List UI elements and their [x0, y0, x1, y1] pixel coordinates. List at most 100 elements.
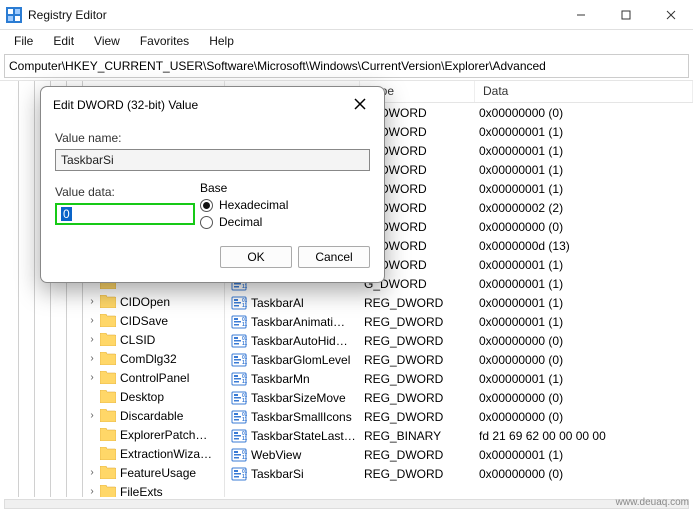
cell-type: REG_DWORD [364, 353, 479, 367]
svg-text:110: 110 [242, 436, 247, 442]
cell-data: 0x00000001 (1) [479, 277, 693, 291]
cell-data: 0x00000000 (0) [479, 410, 693, 424]
base-hex-label: Hexadecimal [219, 198, 288, 212]
tree-item[interactable]: ExplorerPatch… [6, 425, 224, 444]
tree-item[interactable]: ›Discardable [6, 406, 224, 425]
tree-item-label: CLSID [120, 333, 155, 347]
tree-item[interactable]: › CLSID [6, 330, 224, 349]
cell-data: 0x00000000 (0) [479, 106, 693, 120]
list-row[interactable]: 011110 TaskbarStateLast…REG_BINARYfd 21 6… [225, 426, 693, 445]
base-hex-radio[interactable]: Hexadecimal [200, 198, 370, 212]
col-data[interactable]: Data [475, 81, 693, 102]
cell-data: 0x00000000 (0) [479, 467, 693, 481]
list-row[interactable]: 011110WebViewREG_DWORD0x00000001 (1) [225, 445, 693, 464]
tree-item-label: ComDlg32 [120, 352, 177, 366]
tree-twisty-icon[interactable]: › [86, 467, 98, 478]
tree-item-label: ExplorerPatch… [120, 428, 207, 442]
tree-twisty-icon[interactable]: › [86, 296, 98, 307]
cell-name: TaskbarStateLast… [251, 429, 364, 443]
svg-text:110: 110 [242, 417, 247, 423]
value-data-label: Value data: [55, 185, 200, 199]
tree-twisty-icon[interactable]: › [86, 486, 98, 497]
cell-data: fd 21 69 62 00 00 00 00 [479, 429, 693, 443]
svg-text:110: 110 [242, 360, 247, 366]
cancel-button[interactable]: Cancel [298, 246, 370, 268]
value-name-label: Value name: [55, 131, 370, 145]
list-row[interactable]: 011110TaskbarGlomLevelREG_DWORD0x0000000… [225, 350, 693, 369]
tree-item[interactable]: Desktop [6, 387, 224, 406]
tree-twisty-icon[interactable]: › [86, 353, 98, 364]
svg-text:110: 110 [242, 284, 247, 290]
cell-name: TaskbarSmallIcons [251, 410, 364, 424]
list-row[interactable]: 011110TaskbarSmallIconsREG_DWORD0x000000… [225, 407, 693, 426]
tree-twisty-icon[interactable]: › [86, 410, 98, 421]
folder-icon [100, 447, 116, 460]
reg-value-icon: 011110 [231, 428, 247, 444]
list-row[interactable]: 011110TaskbarMnREG_DWORD0x00000001 (1) [225, 369, 693, 388]
tree-item[interactable]: › ControlPanel [6, 368, 224, 387]
tree-item[interactable]: ›FileExts [6, 482, 224, 497]
list-row[interactable]: 011110TaskbarSizeMoveREG_DWORD0x00000000… [225, 388, 693, 407]
tree-item[interactable]: ›CIDSave [6, 311, 224, 330]
reg-value-icon: 011110 [231, 295, 247, 311]
address-bar[interactable]: Computer\HKEY_CURRENT_USER\Software\Micr… [4, 54, 689, 78]
ok-button[interactable]: OK [220, 246, 292, 268]
cell-name: TaskbarAutoHid… [251, 334, 364, 348]
menu-help[interactable]: Help [199, 32, 244, 50]
tree-item-label: CIDOpen [120, 295, 170, 309]
menu-favorites[interactable]: Favorites [130, 32, 199, 50]
minimize-button[interactable] [558, 0, 603, 30]
folder-icon [100, 314, 116, 327]
tree-item[interactable]: › ComDlg32 [6, 349, 224, 368]
tree-twisty-icon[interactable]: › [86, 334, 98, 345]
cell-name: TaskbarAnimati… [251, 315, 364, 329]
list-row[interactable]: 011110TaskbarAutoHid…REG_DWORD0x00000000… [225, 331, 693, 350]
tree-item-label: ControlPanel [120, 371, 189, 385]
dialog-close-button[interactable] [348, 95, 372, 115]
svg-text:110: 110 [242, 379, 247, 385]
reg-value-icon: 011110 [231, 352, 247, 368]
tree-item[interactable]: › CIDOpen [6, 292, 224, 311]
cell-type: REG_DWORD [364, 296, 479, 310]
svg-text:110: 110 [242, 341, 247, 347]
value-data-field[interactable]: 0 [55, 203, 195, 225]
cell-type: REG_DWORD [364, 410, 479, 424]
reg-value-icon: 011110 [231, 314, 247, 330]
tree-twisty-icon[interactable]: › [86, 315, 98, 326]
tree-item-label: FeatureUsage [120, 466, 196, 480]
list-row[interactable]: 011110TaskbarSiREG_DWORD0x00000000 (0) [225, 464, 693, 483]
cell-type: REG_BINARY [364, 429, 479, 443]
svg-text:110: 110 [242, 398, 247, 404]
svg-text:110: 110 [242, 474, 247, 480]
folder-icon [100, 428, 116, 441]
menu-edit[interactable]: Edit [43, 32, 84, 50]
tree-item[interactable]: › FeatureUsage [6, 463, 224, 482]
cell-type: REG_DWORD [364, 372, 479, 386]
reg-value-icon: 011110 [231, 371, 247, 387]
menu-view[interactable]: View [84, 32, 130, 50]
cell-type: REG_DWORD [364, 391, 479, 405]
tree-item-label: ExtractionWiza… [120, 447, 212, 461]
cell-data: 0x00000001 (1) [479, 315, 693, 329]
close-button[interactable] [648, 0, 693, 30]
list-row[interactable]: 011110TaskbarAnimati…REG_DWORD0x00000001… [225, 312, 693, 331]
menu-file[interactable]: File [4, 32, 43, 50]
list-row[interactable]: 011110TaskbarAlREG_DWORD0x00000001 (1) [225, 293, 693, 312]
svg-text:110: 110 [242, 303, 247, 309]
reg-value-icon: 011110 [231, 466, 247, 482]
maximize-button[interactable] [603, 0, 648, 30]
reg-value-icon: 011110 [231, 333, 247, 349]
cell-name: TaskbarMn [251, 372, 364, 386]
cell-data: 0x00000000 (0) [479, 353, 693, 367]
cell-data: 0x0000000d (13) [479, 239, 693, 253]
value-name-field: TaskbarSi [55, 149, 370, 171]
titlebar: Registry Editor [0, 0, 693, 30]
base-dec-radio[interactable]: Decimal [200, 215, 370, 229]
tree-item[interactable]: ExtractionWiza… [6, 444, 224, 463]
folder-icon [100, 390, 116, 403]
cell-type: REG_DWORD [364, 448, 479, 462]
tree-twisty-icon[interactable]: › [86, 372, 98, 383]
horizontal-scrollbar[interactable] [4, 499, 689, 509]
base-dec-label: Decimal [219, 215, 262, 229]
cell-data: 0x00000001 (1) [479, 296, 693, 310]
